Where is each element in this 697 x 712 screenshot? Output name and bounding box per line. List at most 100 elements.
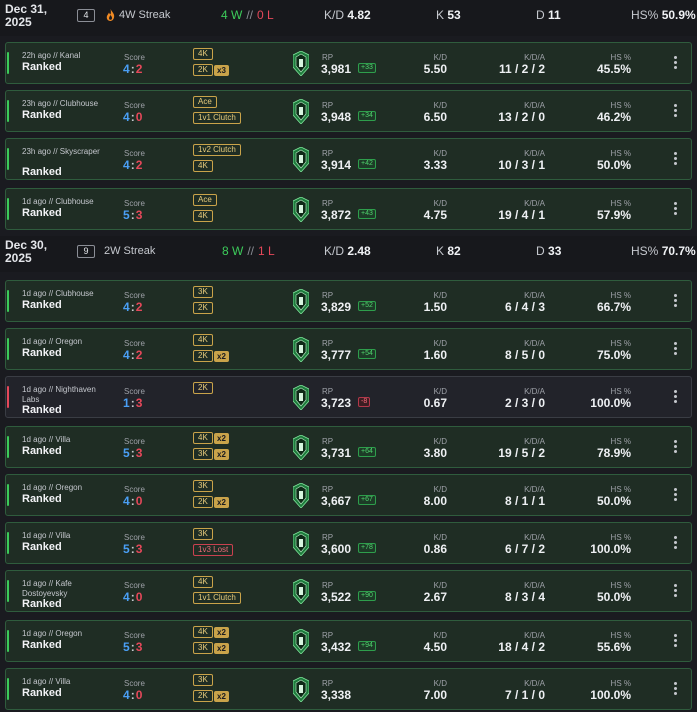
match-time-map: 1d ago // Kafe Dostoyevsky <box>22 579 72 598</box>
match-hs-value: 57.9% <box>596 208 631 222</box>
more-options-icon[interactable] <box>672 294 678 310</box>
match-card[interactable]: 1d ago // Nighthaven Labs Ranked Score 1:3 2… <box>5 376 692 418</box>
more-options-icon[interactable] <box>672 152 678 168</box>
match-kd-value: 6.50 <box>423 110 447 124</box>
day-kills-label: K <box>436 244 445 258</box>
match-hs-label: HS % <box>610 679 631 688</box>
day-header: Dec 31, 2025 4 4W Streak 4 W//0 L K/D 4.82 K … <box>0 0 697 36</box>
rank-emblem-icon <box>293 483 309 508</box>
rp-delta: +78 <box>358 543 376 553</box>
more-options-icon[interactable] <box>672 440 678 456</box>
rank-emblem-icon <box>293 531 309 556</box>
match-card[interactable]: 1d ago // Clubhouse Ranked Score 5:3 Ace 4K RP… <box>5 188 692 230</box>
rp-label: RP <box>322 437 334 446</box>
day-kills-label: K <box>436 8 445 22</box>
match-card[interactable]: 1d ago // Oregon Ranked Score 4:0 3K 2K x2 RP 3,… <box>5 474 692 516</box>
more-options-icon[interactable] <box>672 536 678 552</box>
match-hs-value: 45.5% <box>596 62 631 76</box>
match-score: 4:0 <box>123 110 142 124</box>
rp-value: 3,914 <box>321 158 352 172</box>
more-options-icon[interactable] <box>672 488 678 504</box>
day-hs-value: 70.7% <box>661 244 696 258</box>
match-card[interactable]: 1d ago // Oregon Ranked Score 5:3 4K x2 3K x2 RP… <box>5 620 692 662</box>
rp-value: 3,432 <box>321 640 352 654</box>
match-card[interactable]: 1d ago // Clubhouse Ranked Score 4:2 3K 2K RP 3… <box>5 280 692 322</box>
match-card[interactable]: 23h ago // Skyscraper Ranked Score 4:2 1v2 C… <box>5 138 692 180</box>
match-hs-value: 100.0% <box>590 542 631 556</box>
match-card[interactable]: 23h ago // Clubhouse Ranked Score 4:0 Ace 1v1… <box>5 90 692 132</box>
match-kd-value: 4.75 <box>423 208 447 222</box>
match-hs-label: HS % <box>610 149 631 158</box>
match-hs-label: HS % <box>610 387 631 396</box>
separator: // <box>247 244 255 258</box>
match-time-map: 1d ago // Clubhouse <box>22 289 94 298</box>
rp-value: 3,600 <box>321 542 352 556</box>
match-card[interactable]: 1d ago // Villa Ranked Score 5:3 4K x2 3K x2 RP 3… <box>5 426 692 468</box>
match-kda-value: 19 / 4 / 1 <box>498 208 545 222</box>
score-label: Score <box>124 53 145 62</box>
win-loss-record: 8 W//1 L <box>222 244 275 258</box>
rp-value: 3,981 <box>321 62 352 76</box>
multiplier-badge: x2 <box>214 449 229 460</box>
match-count-badge: 4 <box>77 9 95 22</box>
more-options-icon[interactable] <box>672 682 678 698</box>
achievement-tag: 4K <box>193 210 213 222</box>
more-options-icon[interactable] <box>672 342 678 358</box>
day-deaths-label: D <box>536 8 545 22</box>
rank-emblem-icon <box>293 629 309 654</box>
win-indicator <box>7 630 9 652</box>
achievement-tag: 3K <box>193 528 213 540</box>
match-score: 4:0 <box>123 494 142 508</box>
day-deaths-label: D <box>536 244 545 258</box>
more-options-icon[interactable] <box>672 634 678 650</box>
match-mode: Ranked <box>22 166 62 178</box>
achievement-tag: 2K <box>193 64 213 76</box>
match-kda-label: K/D/A <box>524 485 545 494</box>
match-kda-label: K/D/A <box>524 581 545 590</box>
multiplier-badge: x2 <box>214 627 229 638</box>
score-label: Score <box>124 631 145 640</box>
more-options-icon[interactable] <box>672 56 678 72</box>
rp-delta: -8 <box>358 397 371 407</box>
match-kd-value: 0.86 <box>423 542 447 556</box>
match-kd-label: K/D <box>433 291 447 300</box>
match-time-map: 1d ago // Villa <box>22 677 71 686</box>
score-label: Score <box>124 581 145 590</box>
day-kd-label: K/D <box>324 244 345 258</box>
win-loss-record: 4 W//0 L <box>221 8 274 22</box>
score-label: Score <box>124 679 145 688</box>
match-card[interactable]: 1d ago // Villa Ranked Score 4:0 3K 2K x2 RP 3,3… <box>5 668 692 710</box>
day-kd: K/D 4.82 <box>324 8 371 22</box>
match-mode: Ranked <box>22 299 62 311</box>
more-options-icon[interactable] <box>672 104 678 120</box>
match-card[interactable]: 1d ago // Oregon Ranked Score 4:2 4K 2K x2 RP 3,… <box>5 328 692 370</box>
match-time-map: 1d ago // Villa <box>22 435 71 444</box>
more-options-icon[interactable] <box>672 390 678 406</box>
achievement-tag: 2K <box>193 382 213 394</box>
match-kda-label: K/D/A <box>524 199 545 208</box>
enemy-score: 3 <box>135 640 143 654</box>
more-options-icon[interactable] <box>672 202 678 218</box>
rp-label: RP <box>322 533 334 542</box>
match-hs-label: HS % <box>610 199 631 208</box>
team-score: 1 <box>123 396 130 410</box>
multiplier-badge: x2 <box>214 643 229 654</box>
match-time-map: 1d ago // Villa <box>22 531 71 540</box>
rp-value: 3,948 <box>321 110 352 124</box>
enemy-score: 0 <box>135 688 143 702</box>
rp-delta: +34 <box>358 111 376 121</box>
rank-emblem-icon <box>293 147 309 172</box>
match-kda-label: K/D/A <box>524 53 545 62</box>
match-kda-label: K/D/A <box>524 679 545 688</box>
match-card[interactable]: 1d ago // Kafe Dostoyevsky Ranked Score 4:0… <box>5 570 692 612</box>
match-kd-label: K/D <box>433 581 447 590</box>
match-card[interactable]: 22h ago // Kanal Ranked Score 4:2 4K 2K x3 RP 3,… <box>5 42 692 84</box>
team-score: 4 <box>123 590 130 604</box>
rank-emblem-icon <box>293 289 309 314</box>
match-hs-label: HS % <box>610 53 631 62</box>
more-options-icon[interactable] <box>672 584 678 600</box>
achievement-tag: 4K <box>193 48 213 60</box>
day-header: Dec 30, 2025 9 2W Streak 8 W//1 L K/D 2.48 K … <box>0 236 697 272</box>
achievement-tag: 3K <box>193 286 213 298</box>
match-card[interactable]: 1d ago // Villa Ranked Score 5:3 3K 1v3 Lost R… <box>5 522 692 564</box>
